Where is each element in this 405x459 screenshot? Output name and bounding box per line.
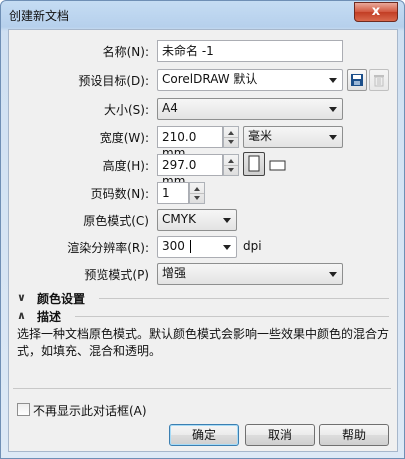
chevron-down-icon <box>329 78 337 83</box>
resolution-combo[interactable]: 300 <box>157 236 237 258</box>
divider <box>75 316 389 317</box>
down-arrow-icon <box>194 196 200 200</box>
stepper-divider <box>224 165 238 166</box>
color-mode-select[interactable]: CMYK <box>157 209 237 231</box>
chevron-down-icon <box>329 107 337 112</box>
preview-mode-select[interactable]: 增强 <box>157 263 343 285</box>
stepper-divider <box>224 137 238 138</box>
preset-value: CorelDRAW 默认 <box>162 72 258 86</box>
preset-label: 预设目标(D): <box>78 74 149 88</box>
portrait-button[interactable] <box>243 152 265 176</box>
chevron-down-icon <box>223 218 231 223</box>
size-select[interactable]: A4 <box>157 98 343 120</box>
save-icon <box>351 74 363 86</box>
delete-preset-button[interactable] <box>369 69 389 91</box>
height-label: 高度(H): <box>102 159 149 173</box>
description-header[interactable]: 描述 <box>37 308 61 325</box>
divider <box>13 388 391 389</box>
expand-chevron-icon[interactable]: ∨ <box>17 291 26 304</box>
height-stepper[interactable] <box>223 154 239 176</box>
color-mode-label: 原色模式(C) <box>83 214 149 228</box>
help-button[interactable]: 帮助 <box>319 424 389 446</box>
width-input[interactable]: 210.0 mm <box>157 126 223 160</box>
name-input[interactable]: 未命名 -1 <box>157 40 343 62</box>
size-value: A4 <box>162 101 178 115</box>
dialog-window: 创建新文档 x 名称(N): 未命名 -1 预设目标(D): CorelDRAW… <box>0 0 405 459</box>
pages-stepper[interactable] <box>189 182 205 204</box>
trash-icon <box>374 75 384 87</box>
width-stepper[interactable] <box>223 126 239 148</box>
down-arrow-icon <box>228 140 234 144</box>
up-arrow-icon <box>228 131 234 135</box>
resolution-label: 渲染分辨率(R): <box>67 241 149 255</box>
unit-select[interactable]: 毫米 <box>243 126 343 148</box>
preview-mode-label: 预览模式(P) <box>84 268 149 282</box>
save-preset-button[interactable] <box>347 69 367 91</box>
size-label: 大小(S): <box>103 103 149 117</box>
resolution-value: 300 <box>162 239 185 253</box>
title-bar: 创建新文档 x <box>1 1 404 29</box>
resolution-unit: dpi <box>243 239 262 253</box>
preset-select[interactable]: CorelDRAW 默认 <box>157 69 343 91</box>
window-title: 创建新文档 <box>9 9 70 23</box>
up-arrow-icon <box>228 159 234 163</box>
dont-show-label: 不再显示此对话框(A) <box>33 404 147 418</box>
description-text: 选择一种文档原色模式。默认颜色模式会影响一些效果中颜色的混合方式，如填充、混合和… <box>17 327 390 358</box>
color-settings-header[interactable]: 颜色设置 <box>37 290 85 307</box>
pages-input[interactable]: 1 <box>157 182 189 204</box>
pages-label: 页码数(N): <box>90 187 149 201</box>
text-cursor <box>189 240 191 253</box>
chevron-down-icon <box>329 135 337 140</box>
landscape-icon <box>269 160 286 171</box>
preview-mode-value: 增强 <box>162 266 187 280</box>
color-mode-value: CMYK <box>162 212 196 226</box>
cancel-button[interactable]: 取消 <box>245 424 315 446</box>
ok-button[interactable]: 确定 <box>169 424 239 446</box>
down-arrow-icon <box>228 168 234 172</box>
landscape-button[interactable] <box>267 154 289 176</box>
dont-show-checkbox[interactable] <box>17 403 30 416</box>
portrait-icon <box>248 155 260 172</box>
divider <box>99 298 389 299</box>
chevron-down-icon <box>223 245 231 250</box>
up-arrow-icon <box>194 187 200 191</box>
collapse-chevron-icon[interactable]: ∧ <box>17 309 26 322</box>
unit-value: 毫米 <box>248 129 273 143</box>
dialog-content: 名称(N): 未命名 -1 预设目标(D): CorelDRAW 默认 大小(S… <box>8 29 398 452</box>
chevron-down-icon <box>329 272 337 277</box>
close-button[interactable]: x <box>354 2 398 22</box>
width-label: 宽度(W): <box>99 131 149 145</box>
height-input[interactable]: 297.0 mm <box>157 154 223 188</box>
stepper-divider <box>190 193 204 194</box>
name-label: 名称(N): <box>102 45 149 59</box>
